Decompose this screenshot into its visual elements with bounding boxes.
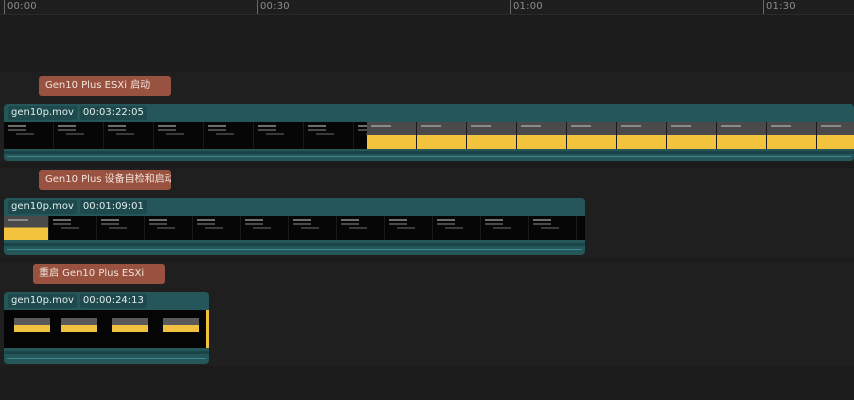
thumbnail (417, 122, 467, 149)
clip-filmstrip (4, 216, 585, 240)
ruler-tick (4, 0, 5, 14)
title-clip-2[interactable]: Gen10 Plus 设备自检和启动 (39, 170, 171, 190)
video-clip-3[interactable]: gen10p.mov 00:00:24:13 (4, 292, 209, 364)
clip-header: gen10p.mov 00:03:22:05 (4, 104, 147, 121)
thumbnail (717, 122, 767, 149)
ruler-label-0: 00:00 (7, 1, 37, 12)
title-clip-3[interactable]: 重启 Gen10 Plus ESXi (33, 264, 165, 284)
clip-filmstrip (4, 122, 854, 149)
clip-duration: 00:00:24:13 (79, 293, 147, 308)
thumbnail (61, 318, 97, 332)
thumbnail (241, 216, 289, 240)
thumbnail (817, 122, 854, 149)
clip-duration: 00:01:09:01 (79, 199, 147, 214)
thumbnail (529, 216, 577, 240)
audio-line (7, 358, 206, 359)
ruler-label-1: 00:30 (260, 1, 290, 12)
thumbnail (617, 122, 667, 149)
audio-waveform (4, 243, 585, 246)
thumbnail (367, 122, 417, 149)
thumbnail (4, 216, 49, 240)
title-clip-1[interactable]: Gen10 Plus ESXi 启动 (39, 76, 171, 96)
thumbnail (385, 216, 433, 240)
thumbnail (467, 122, 517, 149)
thumbnail (767, 122, 817, 149)
ruler-label-3: 01:30 (766, 1, 796, 12)
video-clip-1[interactable]: gen10p.mov 00:03:22:05 (4, 104, 854, 161)
ruler-tick (510, 0, 511, 14)
thumbnail (97, 216, 145, 240)
audio-line (7, 156, 851, 157)
clip-name: gen10p.mov (8, 105, 77, 120)
audio-waveform (4, 151, 854, 154)
clip-duration: 00:03:22:05 (79, 105, 147, 120)
thumbnail (112, 318, 148, 332)
thumbnail (145, 216, 193, 240)
thumbnail (254, 122, 304, 149)
thumbnail (481, 216, 529, 240)
thumbnail (567, 122, 617, 149)
ruler-tick (763, 0, 764, 14)
thumbnail (163, 318, 199, 332)
video-clip-2[interactable]: gen10p.mov 00:01:09:01 (4, 198, 585, 255)
thumbnail (14, 318, 50, 332)
thumbnail (104, 122, 154, 149)
thumbnail (154, 122, 204, 149)
edge-highlight (206, 310, 209, 348)
clip-name: gen10p.mov (8, 199, 77, 214)
clip-header: gen10p.mov 00:01:09:01 (4, 198, 147, 215)
thumbnail (304, 122, 354, 149)
thumbnail (517, 122, 567, 149)
ruler-tick (257, 0, 258, 14)
timeline-ruler[interactable]: 00:00 00:30 01:00 01:30 (0, 0, 854, 15)
ruler-label-2: 01:00 (513, 1, 543, 12)
thumbnail (433, 216, 481, 240)
thumbnail (289, 216, 337, 240)
thumbnail (337, 216, 385, 240)
thumbnail (193, 216, 241, 240)
clip-filmstrip (4, 310, 209, 348)
audio-line (7, 249, 582, 250)
thumbnail (667, 122, 717, 149)
thumbnail (204, 122, 254, 149)
clip-header: gen10p.mov 00:00:24:13 (4, 292, 147, 309)
thumbnail (4, 122, 54, 149)
clip-name: gen10p.mov (8, 293, 77, 308)
thumbnail (54, 122, 104, 149)
thumbnail (49, 216, 97, 240)
audio-waveform (4, 351, 209, 354)
